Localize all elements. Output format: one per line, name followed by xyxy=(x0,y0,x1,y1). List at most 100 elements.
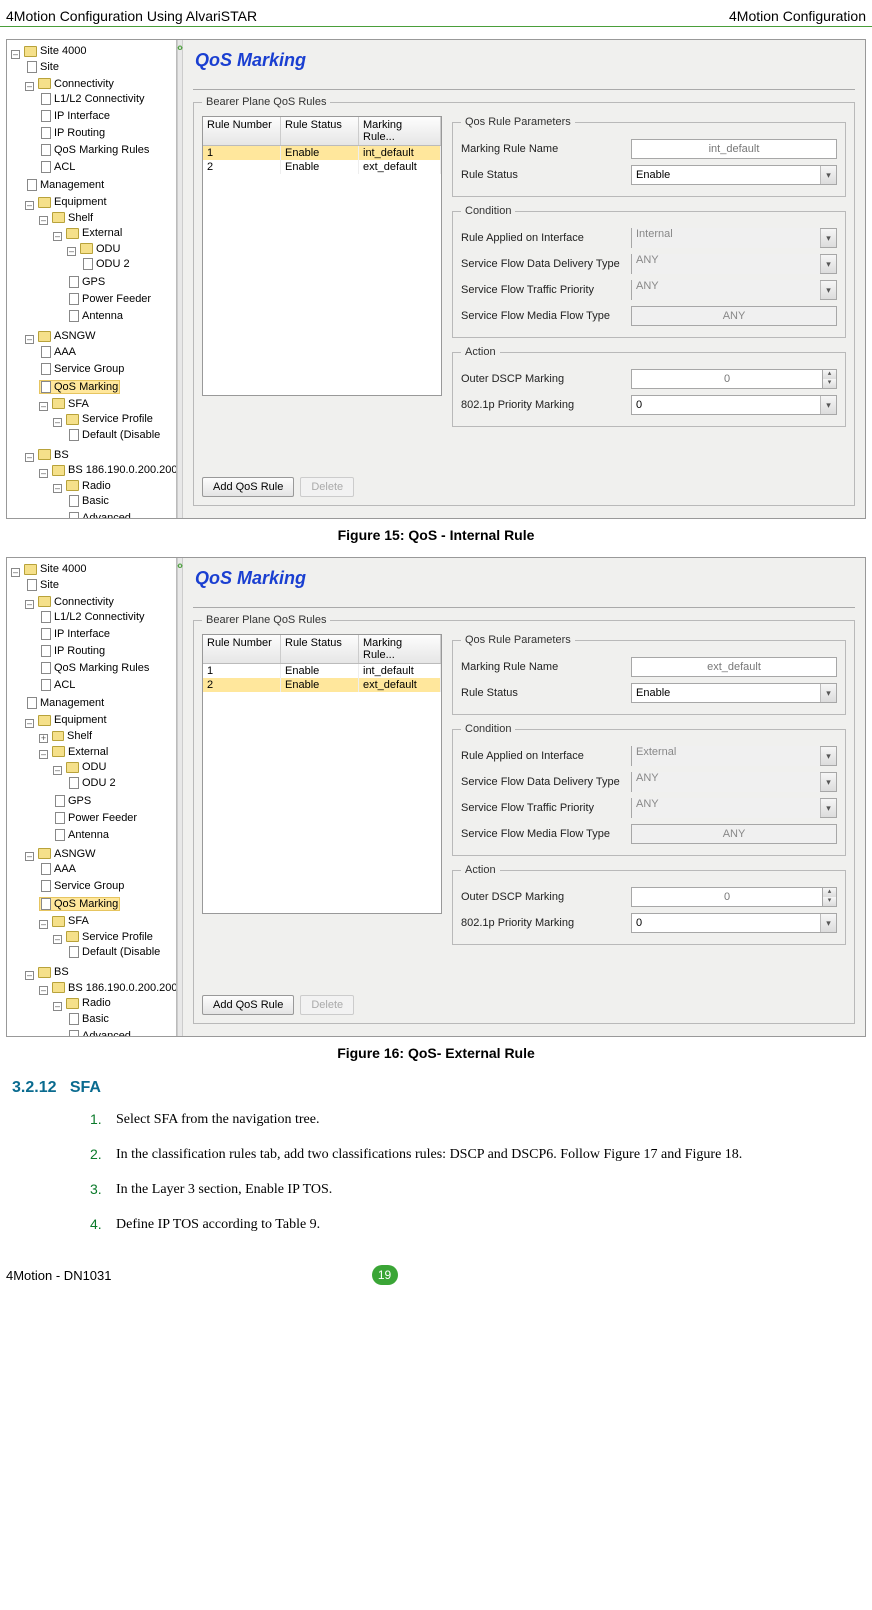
tree-connectivity[interactable]: Connectivity xyxy=(54,78,114,90)
tree-l1l2[interactable]: L1/L2 Connectivity xyxy=(54,93,145,105)
tree-ipif[interactable]: IP Interface xyxy=(54,628,110,640)
tree-iprt[interactable]: IP Routing xyxy=(54,645,105,657)
tree-site-root[interactable]: Site 4000 xyxy=(40,563,86,575)
tree-sfa[interactable]: SFA xyxy=(68,398,89,410)
tree-bsnode[interactable]: BS 186.190.0.200.200. xyxy=(68,464,177,476)
tree-site-root[interactable]: Site 4000 xyxy=(40,45,86,57)
tree-shelf[interactable]: Shelf xyxy=(68,212,93,224)
tree-toggle[interactable]: – xyxy=(11,50,20,59)
tree-pf[interactable]: Power Feeder xyxy=(68,812,137,824)
odscp-input[interactable] xyxy=(631,887,823,907)
tree-toggle[interactable]: – xyxy=(25,201,34,210)
tree-sprof[interactable]: Service Profile xyxy=(82,413,153,425)
nav-tree[interactable]: – Site 4000 Site – Connectivity L1/L2 Conn… xyxy=(7,558,177,1036)
tree-def[interactable]: Default (Disable xyxy=(82,429,160,441)
tree-toggle[interactable]: – xyxy=(25,971,34,980)
delete-button[interactable]: Delete xyxy=(300,995,354,1015)
sftp-select[interactable]: ANY▾ xyxy=(631,280,837,300)
grid-row[interactable]: 2 Enable ext_default xyxy=(203,160,441,174)
tree-site[interactable]: Site xyxy=(40,61,59,73)
tree-toggle[interactable]: + xyxy=(39,734,48,743)
col-marking-rule[interactable]: Marking Rule... xyxy=(359,117,441,145)
tree-l1l2[interactable]: L1/L2 Connectivity xyxy=(54,611,145,623)
rai-select[interactable]: External▾ xyxy=(631,746,837,766)
rules-grid[interactable]: Rule Number Rule Status Marking Rule... … xyxy=(202,116,442,396)
tree-toggle[interactable]: – xyxy=(25,82,34,91)
grid-row[interactable]: 1 Enable int_default xyxy=(203,664,441,678)
tree-sprof[interactable]: Service Profile xyxy=(82,931,153,943)
col-rule-number[interactable]: Rule Number xyxy=(203,117,281,145)
tree-equip[interactable]: Equipment xyxy=(54,196,107,208)
marking-name-input[interactable] xyxy=(631,657,837,677)
grid-row[interactable]: 1 Enable int_default xyxy=(203,146,441,160)
tree-toggle[interactable]: – xyxy=(25,600,34,609)
tree-site[interactable]: Site xyxy=(40,579,59,591)
tree-odu2[interactable]: ODU 2 xyxy=(96,258,130,270)
sfddt-select[interactable]: ANY▾ xyxy=(631,772,837,792)
tree-bs[interactable]: BS xyxy=(54,966,69,978)
tree-basic[interactable]: Basic xyxy=(82,1013,109,1025)
p8021-select[interactable]: 0▾ xyxy=(631,395,837,415)
rai-select[interactable]: Internal▾ xyxy=(631,228,837,248)
tree-qosmark[interactable]: QoS Marking xyxy=(54,898,118,910)
tree-sfa[interactable]: SFA xyxy=(68,915,89,927)
tree-bsnode[interactable]: BS 186.190.0.200.200. xyxy=(68,982,177,994)
add-qos-rule-button[interactable]: Add QoS Rule xyxy=(202,995,294,1015)
tree-gps[interactable]: GPS xyxy=(82,276,105,288)
tree-def[interactable]: Default (Disable xyxy=(82,946,160,958)
tree-odu[interactable]: ODU xyxy=(96,243,120,255)
tree-qosmark[interactable]: QoS Marking xyxy=(54,381,118,393)
tree-toggle[interactable]: – xyxy=(11,568,20,577)
rule-status-select[interactable]: Enable▾ xyxy=(631,683,837,703)
tree-toggle[interactable]: – xyxy=(53,935,62,944)
tree-toggle[interactable]: – xyxy=(39,920,48,929)
tree-acl[interactable]: ACL xyxy=(54,161,75,173)
p8021-select[interactable]: 0▾ xyxy=(631,913,837,933)
marking-name-input[interactable] xyxy=(631,139,837,159)
tree-sg[interactable]: Service Group xyxy=(54,363,124,375)
tree-sg[interactable]: Service Group xyxy=(54,880,124,892)
tree-toggle[interactable]: – xyxy=(25,719,34,728)
delete-button[interactable]: Delete xyxy=(300,477,354,497)
sfmft-input[interactable] xyxy=(631,824,837,844)
splitter[interactable] xyxy=(177,558,183,1036)
col-rule-status[interactable]: Rule Status xyxy=(281,117,359,145)
tree-equip[interactable]: Equipment xyxy=(54,714,107,726)
sftp-select[interactable]: ANY▾ xyxy=(631,798,837,818)
splitter[interactable] xyxy=(177,40,183,518)
tree-ant[interactable]: Antenna xyxy=(68,829,109,841)
add-qos-rule-button[interactable]: Add QoS Rule xyxy=(202,477,294,497)
odscp-input[interactable] xyxy=(631,369,823,389)
tree-radio[interactable]: Radio xyxy=(82,480,111,492)
tree-adv[interactable]: Advanced xyxy=(82,512,131,518)
tree-aaa[interactable]: AAA xyxy=(54,346,76,358)
grid-row[interactable]: 2 Enable ext_default xyxy=(203,678,441,692)
tree-connectivity[interactable]: Connectivity xyxy=(54,596,114,608)
col-rule-status[interactable]: Rule Status xyxy=(281,635,359,663)
tree-asngw[interactable]: ASNGW xyxy=(54,330,96,342)
tree-odu2[interactable]: ODU 2 xyxy=(82,777,116,789)
col-marking-rule[interactable]: Marking Rule... xyxy=(359,635,441,663)
tree-toggle[interactable]: – xyxy=(39,750,48,759)
tree-acl[interactable]: ACL xyxy=(54,679,75,691)
tree-toggle[interactable]: – xyxy=(25,335,34,344)
tree-toggle[interactable]: – xyxy=(53,418,62,427)
col-rule-number[interactable]: Rule Number xyxy=(203,635,281,663)
tree-shelf[interactable]: Shelf xyxy=(67,730,92,742)
tree-toggle[interactable]: – xyxy=(39,402,48,411)
rule-status-select[interactable]: Enable▾ xyxy=(631,165,837,185)
tree-toggle[interactable]: – xyxy=(53,1002,62,1011)
spinner[interactable]: ▴▾ xyxy=(823,369,837,389)
tree-iprt[interactable]: IP Routing xyxy=(54,127,105,139)
tree-pf[interactable]: Power Feeder xyxy=(82,293,151,305)
tree-basic[interactable]: Basic xyxy=(82,495,109,507)
tree-toggle[interactable]: – xyxy=(25,852,34,861)
tree-qosmr[interactable]: QoS Marking Rules xyxy=(54,144,149,156)
tree-toggle[interactable]: – xyxy=(39,469,48,478)
tree-toggle[interactable]: – xyxy=(39,986,48,995)
tree-toggle[interactable]: – xyxy=(39,216,48,225)
tree-ant[interactable]: Antenna xyxy=(82,310,123,322)
tree-toggle[interactable]: – xyxy=(25,453,34,462)
tree-gps[interactable]: GPS xyxy=(68,795,91,807)
nav-tree[interactable]: – Site 4000 Site – Connectivity L1/L2 Conn… xyxy=(7,40,177,518)
